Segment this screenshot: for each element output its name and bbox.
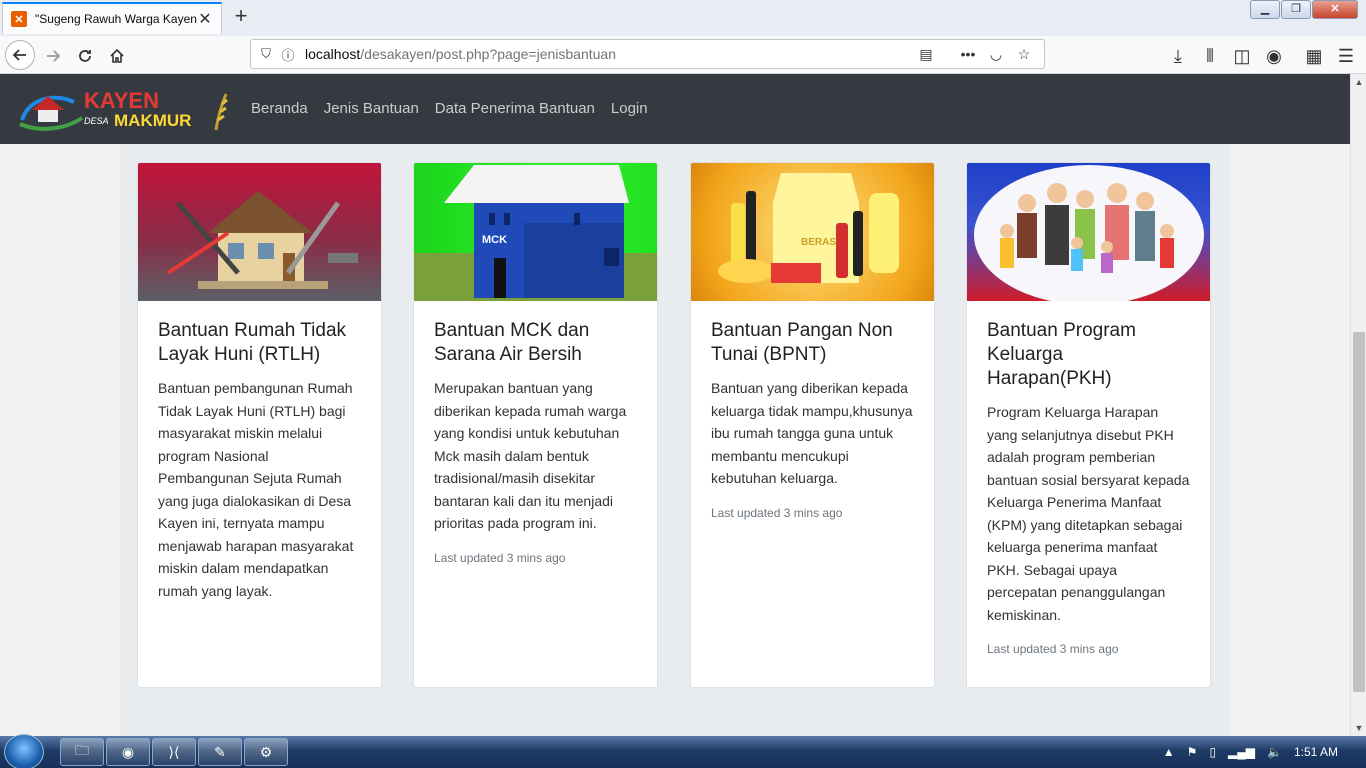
- bookmark-star-icon[interactable]: ☆: [1010, 46, 1038, 63]
- menu-data-penerima[interactable]: Data Penerima Bantuan: [435, 100, 595, 117]
- system-tray: ▲ ⚑ ▯ ▂▄▆ 🔈 1:51 AM: [1163, 736, 1366, 768]
- forward-arrow-icon: [47, 50, 61, 62]
- start-button[interactable]: [4, 734, 44, 768]
- card-last-updated: Last updated 3 mins ago: [434, 550, 566, 565]
- menu-login[interactable]: Login: [611, 100, 648, 117]
- notepad-taskbar-icon[interactable]: ✎: [198, 738, 242, 766]
- card-rtlh: Bantuan Rumah Tidak Layak Huni (RTLH) Ba…: [137, 162, 382, 688]
- windows-taskbar: 🗀 ◉ ⟩⟨ ✎ ⚙ ▲ ⚑ ▯ ▂▄▆ 🔈 1:51 AM: [0, 734, 1366, 768]
- card-text: Bantuan pembangunan Rumah Tidak Layak Hu…: [158, 380, 354, 599]
- card-last-updated: Last updated 3 mins ago: [987, 642, 1119, 656]
- pocket-icon[interactable]: ◡: [982, 46, 1010, 63]
- tab-title: "Sugeng Rawuh Warga Kayen": [35, 12, 197, 26]
- page-viewport: KAYEN DESA MAKMUR Beranda Jenis Bantuan …: [0, 74, 1350, 736]
- beras-label: BERAS: [801, 237, 836, 248]
- clock[interactable]: 1:51 AM: [1294, 745, 1338, 759]
- card-image-rtlh: [138, 163, 381, 301]
- reload-button[interactable]: [72, 43, 98, 69]
- mck-building-illustration: MCK: [414, 165, 657, 301]
- card-mck: MCK Bantuan MCK dan Sarana Air Bersih Me…: [413, 162, 658, 688]
- vscode-taskbar-icon[interactable]: ⟩⟨: [152, 738, 196, 766]
- scrollbar-thumb[interactable]: [1353, 332, 1365, 692]
- browser-toolbar: ⛉ ⓘ localhost/desakayen/post.php?page=je…: [0, 36, 1366, 74]
- browser-tab[interactable]: ✕ "Sugeng Rawuh Warga Kayen" ✕: [2, 2, 222, 34]
- card-title: Bantuan Pangan Non Tunai (BPNT): [711, 320, 893, 365]
- food-staples-illustration: BERAS: [718, 173, 899, 283]
- site-navbar: KAYEN DESA MAKMUR Beranda Jenis Bantuan …: [0, 74, 1350, 144]
- home-icon: [110, 48, 124, 63]
- url-actions: ▤ ••• ◡ ☆: [912, 46, 1038, 63]
- card-text: Bantuan yang diberikan kepada keluarga t…: [711, 380, 913, 486]
- explorer-taskbar-icon[interactable]: 🗀: [60, 738, 104, 766]
- close-window-button[interactable]: ✕: [1312, 0, 1358, 19]
- reload-icon: [79, 50, 91, 62]
- xampp-favicon-icon: ✕: [11, 11, 27, 27]
- back-arrow-icon: [12, 49, 26, 61]
- menu-icon[interactable]: ☰: [1333, 43, 1359, 69]
- card-image-mck: MCK: [414, 163, 657, 301]
- card-image-pkh: [967, 163, 1210, 301]
- browser-tab-bar: ✕ "Sugeng Rawuh Warga Kayen" ✕ + ▁ ❐ ✕: [0, 0, 1366, 36]
- extensions-icon[interactable]: ▦: [1301, 43, 1327, 69]
- reader-view-icon[interactable]: ▤: [912, 46, 940, 63]
- window-controls: ▁ ❐ ✕: [1249, 0, 1358, 19]
- sidebar-icon[interactable]: ◫: [1229, 43, 1255, 69]
- scroll-up-icon[interactable]: ▲: [1351, 74, 1366, 90]
- home-button[interactable]: [104, 43, 130, 69]
- house-tools-illustration: [166, 191, 358, 289]
- url-text[interactable]: localhost/desakayen/post.php?page=jenisb…: [305, 46, 912, 62]
- logo-text-kayen: KAYEN: [84, 88, 159, 113]
- family-illustration: [974, 165, 1204, 301]
- card-title: Bantuan Program Keluarga Harapan(PKH): [987, 320, 1136, 389]
- logo-text-desa: DESA: [84, 116, 109, 126]
- maximize-button[interactable]: ❐: [1281, 0, 1311, 19]
- tab-close-icon[interactable]: ✕: [197, 9, 213, 29]
- url-host: localhost: [305, 46, 361, 62]
- library-icon[interactable]: ⫴: [1197, 43, 1223, 69]
- page-actions-icon[interactable]: •••: [954, 46, 982, 62]
- account-icon[interactable]: ◉: [1261, 43, 1287, 69]
- tray-expand-icon[interactable]: ▲: [1163, 745, 1175, 759]
- app-taskbar-icon[interactable]: ⚙: [244, 738, 288, 766]
- volume-icon[interactable]: 🔈: [1267, 745, 1282, 759]
- card-title: Bantuan Rumah Tidak Layak Huni (RTLH): [158, 320, 347, 365]
- card-title: Bantuan MCK dan Sarana Air Bersih: [434, 320, 590, 365]
- forward-button[interactable]: [40, 43, 66, 69]
- scroll-down-icon[interactable]: ▼: [1351, 720, 1366, 736]
- site-menu: Beranda Jenis Bantuan Data Penerima Bant…: [251, 100, 664, 117]
- firefox-taskbar-icon[interactable]: ◉: [106, 738, 150, 766]
- menu-beranda[interactable]: Beranda: [251, 100, 308, 117]
- device-icon[interactable]: ▯: [1209, 745, 1216, 759]
- info-icon[interactable]: ⓘ: [277, 45, 299, 64]
- logo-text-makmur: MAKMUR: [114, 111, 191, 130]
- mck-label: MCK: [482, 234, 507, 246]
- new-tab-button[interactable]: +: [228, 4, 254, 30]
- menu-jenis-bantuan[interactable]: Jenis Bantuan: [324, 100, 419, 117]
- card-text: Merupakan bantuan yang diberikan kepada …: [434, 380, 627, 531]
- action-center-icon[interactable]: ⚑: [1187, 745, 1198, 759]
- card-bpnt: BERAS Bantuan Pangan Non Tunai (BPNT) Ba…: [690, 162, 935, 688]
- card-last-updated: Last updated 3 mins ago: [711, 505, 843, 520]
- shield-icon[interactable]: ⛉: [255, 46, 277, 62]
- site-logo[interactable]: KAYEN DESA MAKMUR: [18, 86, 230, 134]
- vertical-scrollbar[interactable]: ▲ ▼: [1350, 74, 1366, 736]
- back-button[interactable]: [5, 40, 35, 70]
- network-icon[interactable]: ▂▄▆: [1228, 745, 1255, 759]
- card-text: Program Keluarga Harapan yang selanjutny…: [987, 404, 1190, 623]
- minimize-button[interactable]: ▁: [1250, 0, 1280, 19]
- card-pkh: Bantuan Program Keluarga Harapan(PKH) Pr…: [966, 162, 1211, 688]
- address-bar[interactable]: ⛉ ⓘ localhost/desakayen/post.php?page=je…: [250, 39, 1045, 69]
- downloads-icon[interactable]: ⤓: [1165, 43, 1191, 69]
- card-image-bpnt: BERAS: [691, 163, 934, 301]
- url-path: /desakayen/post.php?page=jenisbantuan: [360, 46, 616, 62]
